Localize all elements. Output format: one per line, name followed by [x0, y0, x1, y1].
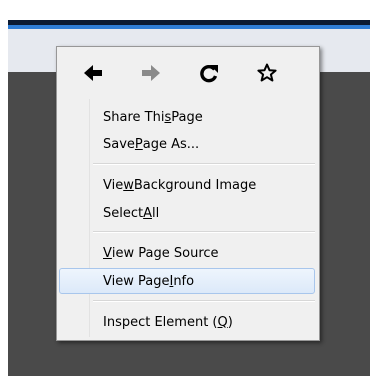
menu-item-inspect-element[interactable]: Inspect Element (Q) [59, 309, 315, 335]
reload-icon [200, 65, 218, 83]
menu-item-label: Save [103, 136, 135, 152]
menu-item-accel-key: V [103, 245, 112, 261]
menu-separator [93, 231, 315, 233]
menu-item-view-background-image[interactable]: Vie w Background Image [59, 172, 315, 198]
menu-item-label: View Page [103, 273, 170, 289]
context-nav-row [57, 47, 319, 97]
menu-item-accel-key: w [123, 177, 134, 193]
menu-item-label: iew Page Source [111, 245, 219, 261]
context-menu: Share Thi s Page Save Page As... Vie w Bac… [56, 46, 320, 341]
menu-item-view-page-info[interactable]: View Page Info [59, 268, 315, 294]
menu-item-label: Select [103, 205, 144, 221]
reload-button[interactable] [189, 58, 229, 88]
back-button[interactable] [73, 58, 113, 88]
menu-separator [93, 163, 315, 165]
star-outline-icon [257, 63, 277, 82]
menu-item-label: Inspect Element ( [103, 314, 218, 330]
menu-item-label: Share Thi [103, 109, 165, 125]
back-arrow-icon [84, 65, 102, 81]
menu-item-label: Vie [103, 177, 124, 193]
menu-item-accel-key: A [143, 205, 153, 221]
menu-item-label: Background Image [133, 177, 257, 193]
menu-item-label: ll [152, 205, 160, 221]
menu-item-label: Page [171, 109, 203, 125]
forward-arrow-icon [142, 65, 160, 81]
menu-item-save-page-as[interactable]: Save Page As... [59, 131, 315, 157]
menu-item-accel-key: s [164, 109, 172, 125]
menu-item-label: nfo [173, 273, 195, 289]
forward-button[interactable] [131, 58, 171, 88]
bookmark-button[interactable] [247, 58, 287, 88]
menu-item-select-all[interactable]: Select All [59, 200, 315, 226]
menu-item-accel-key: P [134, 136, 143, 152]
menu-item-share-page[interactable]: Share Thi s Page [59, 104, 315, 130]
menu-item-accel-key: Q [217, 314, 228, 330]
menu-separator [93, 300, 315, 302]
menu-item-label: ) [227, 314, 233, 330]
menu-item-label: age As... [142, 136, 200, 152]
menu-item-view-page-source[interactable]: View Page Source [59, 240, 315, 266]
